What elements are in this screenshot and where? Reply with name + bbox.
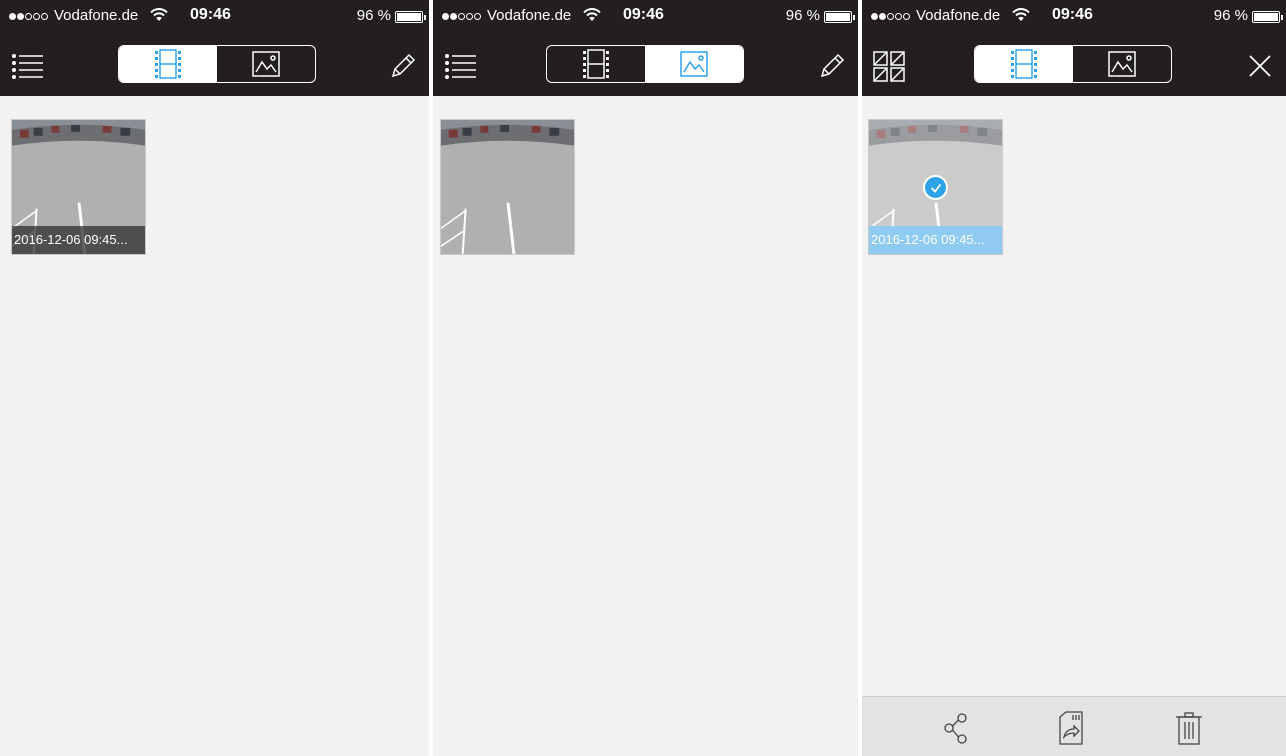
media-type-segmented-control xyxy=(974,45,1172,83)
media-thumbnail[interactable]: 2016-12-06 09:45... xyxy=(868,119,1003,255)
battery-percentage: 96 % xyxy=(785,7,820,24)
pencil-icon[interactable] xyxy=(818,52,846,80)
signal-strength-icon xyxy=(9,9,48,23)
clock: 09:46 xyxy=(1052,6,1093,23)
screen-videos: Vodafone.de 09:46 96 % 2016-12-06 09:45.… xyxy=(0,0,429,756)
nav-bar xyxy=(433,36,858,96)
thumbnail-caption: 2016-12-06 09:45... xyxy=(12,226,145,254)
media-grid: 2016-12-06 09:45... xyxy=(0,96,429,756)
wifi-icon xyxy=(150,8,168,21)
image-icon xyxy=(252,51,280,77)
pencil-icon[interactable] xyxy=(389,52,417,80)
carrier-name: Vodafone.de xyxy=(54,7,139,24)
battery-percentage: 96 % xyxy=(1213,7,1248,24)
media-type-segmented-control xyxy=(546,45,744,83)
list-icon[interactable] xyxy=(443,50,477,82)
battery-icon xyxy=(824,11,855,23)
media-grid: 2016-12-06 09:45... xyxy=(862,96,1286,756)
media-type-segmented-control xyxy=(118,45,316,83)
media-grid xyxy=(433,96,858,756)
export-icon[interactable] xyxy=(1054,710,1088,746)
media-thumbnail[interactable]: 2016-12-06 09:45... xyxy=(11,119,146,255)
image-icon xyxy=(680,51,708,77)
thumbnail-caption: 2016-12-06 09:45... xyxy=(869,226,1002,254)
close-icon[interactable] xyxy=(1246,52,1274,80)
signal-strength-icon xyxy=(442,9,481,23)
clock: 09:46 xyxy=(623,6,664,23)
signal-strength-icon xyxy=(871,9,910,23)
carrier-name: Vodafone.de xyxy=(916,7,1001,24)
tab-photos[interactable] xyxy=(1073,46,1171,82)
parking-lot-photo xyxy=(441,120,574,254)
status-bar: Vodafone.de 09:46 96 % xyxy=(433,0,858,36)
tab-photos[interactable] xyxy=(645,46,743,82)
image-icon xyxy=(1108,51,1136,77)
film-strip-icon xyxy=(1011,49,1037,79)
film-strip-icon xyxy=(155,49,181,79)
status-bar: Vodafone.de 09:46 96 % xyxy=(0,0,429,36)
selection-toolbar xyxy=(862,696,1286,756)
carrier-name: Vodafone.de xyxy=(487,7,572,24)
list-icon[interactable] xyxy=(10,50,44,82)
battery-icon xyxy=(1252,11,1283,23)
checkmark-icon xyxy=(923,175,948,200)
wifi-icon xyxy=(1012,8,1030,21)
screen-videos-selection: Vodafone.de 09:46 96 % 2016-12-06 09:45.… xyxy=(862,0,1286,756)
battery-percentage: 96 % xyxy=(356,7,391,24)
battery-icon xyxy=(395,11,426,23)
nav-bar xyxy=(862,36,1286,96)
trash-icon[interactable] xyxy=(1172,710,1206,746)
select-all-icon[interactable] xyxy=(872,50,906,82)
wifi-icon xyxy=(583,8,601,21)
tab-videos[interactable] xyxy=(119,46,217,82)
media-thumbnail[interactable] xyxy=(440,119,575,255)
share-icon[interactable] xyxy=(940,710,974,746)
screen-photos: Vodafone.de 09:46 96 % xyxy=(433,0,858,756)
film-strip-icon xyxy=(583,49,609,79)
status-bar: Vodafone.de 09:46 96 % xyxy=(862,0,1286,36)
tab-photos[interactable] xyxy=(217,46,315,82)
tab-videos[interactable] xyxy=(547,46,645,82)
clock: 09:46 xyxy=(190,6,231,23)
nav-bar xyxy=(0,36,429,96)
tab-videos[interactable] xyxy=(975,46,1073,82)
